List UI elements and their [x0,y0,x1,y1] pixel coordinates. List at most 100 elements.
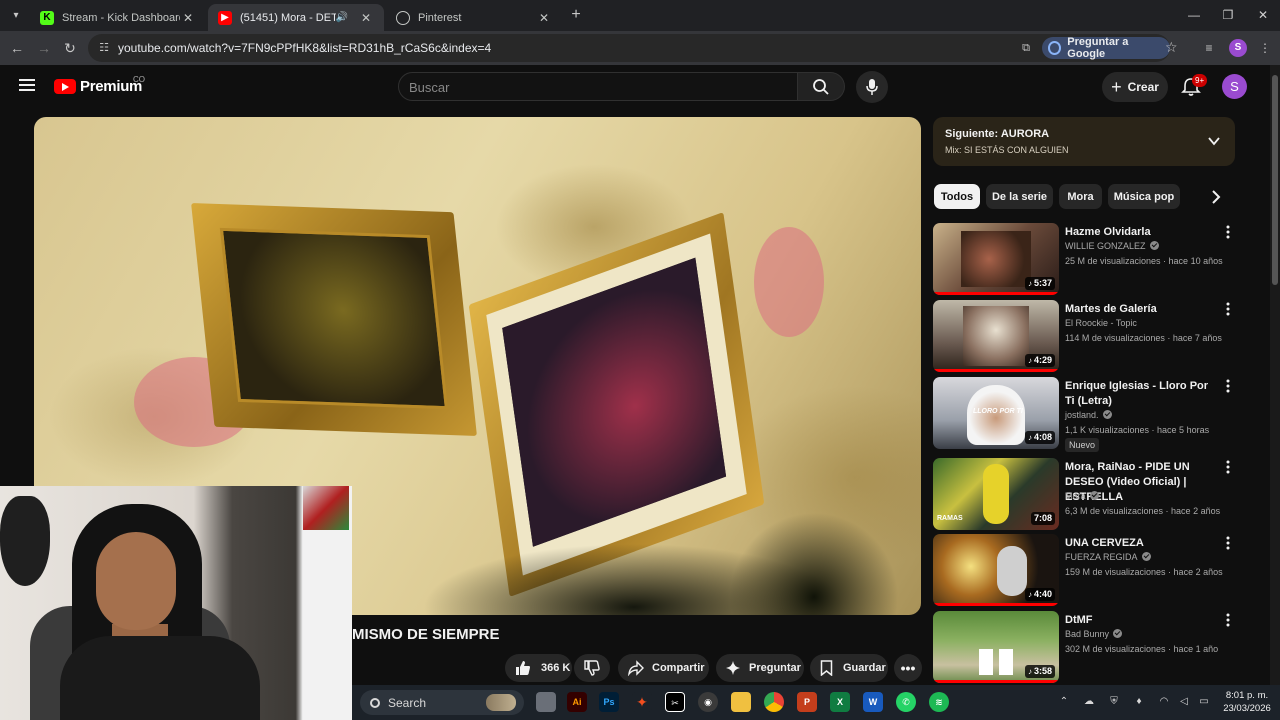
recommendation-title[interactable]: Hazme Olvidarla [1065,225,1215,240]
forward-icon[interactable]: → [35,39,53,57]
browser-menu-icon[interactable]: ⋮ [1256,39,1274,57]
channel-name[interactable]: Bad Bunny [1065,629,1123,639]
chrome-icon[interactable] [764,692,784,712]
back-icon[interactable]: ← [8,39,26,57]
word-icon[interactable]: W [863,692,883,712]
ask-google-button[interactable]: Preguntar a Google [1042,36,1170,60]
powerpoint-icon[interactable]: P [797,692,817,712]
account-avatar[interactable]: S [1222,74,1247,99]
capcut-icon[interactable]: ✂ [665,692,685,712]
guitar [0,496,50,586]
recommendation-item[interactable]: ♪ 4:29 Martes de Galería El Roockie - Top… [933,300,1235,372]
more-options-icon[interactable] [1224,225,1232,239]
microphone-icon[interactable]: ♦ [1132,695,1146,709]
file-explorer-icon[interactable] [731,692,751,712]
chip-de-la-serie[interactable]: De la serie [986,184,1053,209]
like-button[interactable]: 366 K [505,654,572,682]
more-options-icon[interactable] [1224,460,1232,474]
taskbar-clock[interactable]: 8:01 p. m. 23/03/2026 [1218,689,1276,715]
more-options-icon[interactable] [1224,613,1232,627]
video-thumbnail[interactable]: ♪ 4:40 [933,534,1059,606]
new-tab-button[interactable]: + [568,6,584,24]
illustrator-icon[interactable]: Ai [567,692,587,712]
channel-name[interactable]: El Roockie - Topic [1065,318,1137,328]
onedrive-icon[interactable]: ☁ [1082,695,1096,709]
recommendation-item[interactable]: ♪ 5:37 Hazme Olvidarla WILLIE GONZALEZ 25… [933,223,1235,295]
wifi-icon[interactable]: ◠ [1157,695,1171,709]
channel-name[interactable]: FUERZA REGIDA [1065,552,1151,562]
video-thumbnail[interactable]: RAMAS 7:08 [933,458,1059,530]
whatsapp-icon[interactable]: ✆ [896,692,916,712]
more-options-icon[interactable] [1224,379,1232,393]
share-button[interactable]: Compartir [618,654,709,682]
search-input[interactable] [409,77,779,97]
more-options-icon[interactable] [1224,302,1232,316]
address-bar[interactable]: ☷ youtube.com/watch?v=7FN9cPPfHK8&list=R… [88,34,1178,62]
video-thumbnail[interactable]: LLORO POR TI ♪ 4:08 [933,377,1059,449]
recommendation-item[interactable]: ♪ 3:58 DtMF Bad Bunny 302 M de visualizac… [933,611,1235,683]
playlist-next-panel[interactable]: Siguiente: AURORA Mix: SI ESTÁS CON ALGU… [933,117,1235,166]
reload-icon[interactable]: ↻ [61,39,79,57]
tab-close-icon[interactable]: ✕ [180,11,196,25]
more-options-icon[interactable] [1224,536,1232,550]
volume-icon[interactable]: ◁ [1177,695,1191,709]
site-info-icon[interactable]: ☷ [96,40,112,56]
ask-button[interactable]: Preguntar [716,654,804,682]
figma-icon[interactable]: ✦ [632,692,652,712]
channel-name[interactable]: Mora [1065,491,1099,501]
video-thumbnail[interactable]: ♪ 3:58 [933,611,1059,683]
save-button[interactable]: Guardar [810,654,888,682]
photoshop-icon[interactable]: Ps [599,692,619,712]
excel-icon[interactable]: X [830,692,850,712]
tab-pinterest[interactable]: Pinterest ✕ [386,4,562,31]
bookmark-star-icon[interactable]: ☆ [1165,39,1178,56]
security-icon[interactable]: ⛨ [1107,695,1121,709]
recommendation-title[interactable]: DtMF [1065,613,1215,628]
battery-icon[interactable]: ▭ [1197,695,1211,709]
tab-close-icon[interactable]: ✕ [358,11,374,25]
recommendation-title[interactable]: Enrique Iglesias - Lloro Por Ti (Letra) [1065,379,1215,409]
scrollbar-thumb[interactable] [1272,75,1278,285]
channel-name[interactable]: jostland. [1065,410,1112,420]
minimize-icon[interactable]: — [1186,6,1202,24]
share-label: Compartir [652,662,705,674]
url-text[interactable]: youtube.com/watch?v=7FN9cPPfHK8&list=RD3… [118,41,491,55]
more-actions-button[interactable]: ••• [894,654,922,682]
dislike-button[interactable] [574,654,610,682]
recommendation-title[interactable]: UNA CERVEZA [1065,536,1215,551]
duration-badge: ♪ 4:08 [1024,431,1055,444]
chip-todos[interactable]: Todos [934,184,980,209]
channel-name[interactable]: WILLIE GONZALEZ [1065,241,1159,251]
restore-icon[interactable]: ❐ [1220,6,1236,24]
chevron-down-icon[interactable] [1207,134,1221,148]
show-hidden-icons-icon[interactable]: ⌃ [1057,695,1071,709]
chip-musica-pop[interactable]: Música pop [1108,184,1180,209]
profile-avatar[interactable]: S [1229,39,1247,57]
chip-mora[interactable]: Mora [1059,184,1102,209]
search-button[interactable] [798,72,845,101]
voice-search-button[interactable] [856,71,888,103]
tab-search-chevron-icon[interactable]: ▾ [6,6,26,26]
obs-icon[interactable]: ◉ [698,692,718,712]
task-view-icon[interactable] [536,692,556,712]
spotify-icon[interactable]: ≋ [929,692,949,712]
speaker-icon[interactable]: 🔊 [336,12,348,23]
recommendation-item[interactable]: RAMAS 7:08 Mora, RaiNao - PIDE UN DESEO … [933,458,1235,530]
search-box[interactable] [398,72,798,101]
recommendation-title[interactable]: Martes de Galería [1065,302,1215,317]
media-controls-icon[interactable]: ≡ [1200,39,1218,57]
tab-close-icon[interactable]: ✕ [536,11,552,25]
menu-icon[interactable] [19,79,35,91]
taskbar-search[interactable]: Search [360,690,524,715]
video-thumbnail[interactable]: ♪ 4:29 [933,300,1059,372]
cast-icon[interactable]: ⧉ [1018,40,1034,56]
recommendation-item[interactable]: ♪ 4:40 UNA CERVEZA FUERZA REGIDA 159 M de… [933,534,1235,606]
video-thumbnail[interactable]: ♪ 5:37 [933,223,1059,295]
recommendation-item[interactable]: LLORO POR TI ♪ 4:08 Enrique Iglesias - Ll… [933,377,1235,452]
close-window-icon[interactable]: ✕ [1255,6,1271,24]
chevron-right-icon[interactable] [1206,186,1226,208]
tab-kick-dashboard[interactable]: K Stream - Kick Dashboard ✕ [30,4,206,31]
create-button[interactable]: + Crear [1102,72,1168,102]
tab-youtube[interactable]: ▶ (51451) Mora - DETRÁS DE 🔊 ✕ [208,4,384,31]
youtube-logo-icon[interactable] [54,79,76,94]
